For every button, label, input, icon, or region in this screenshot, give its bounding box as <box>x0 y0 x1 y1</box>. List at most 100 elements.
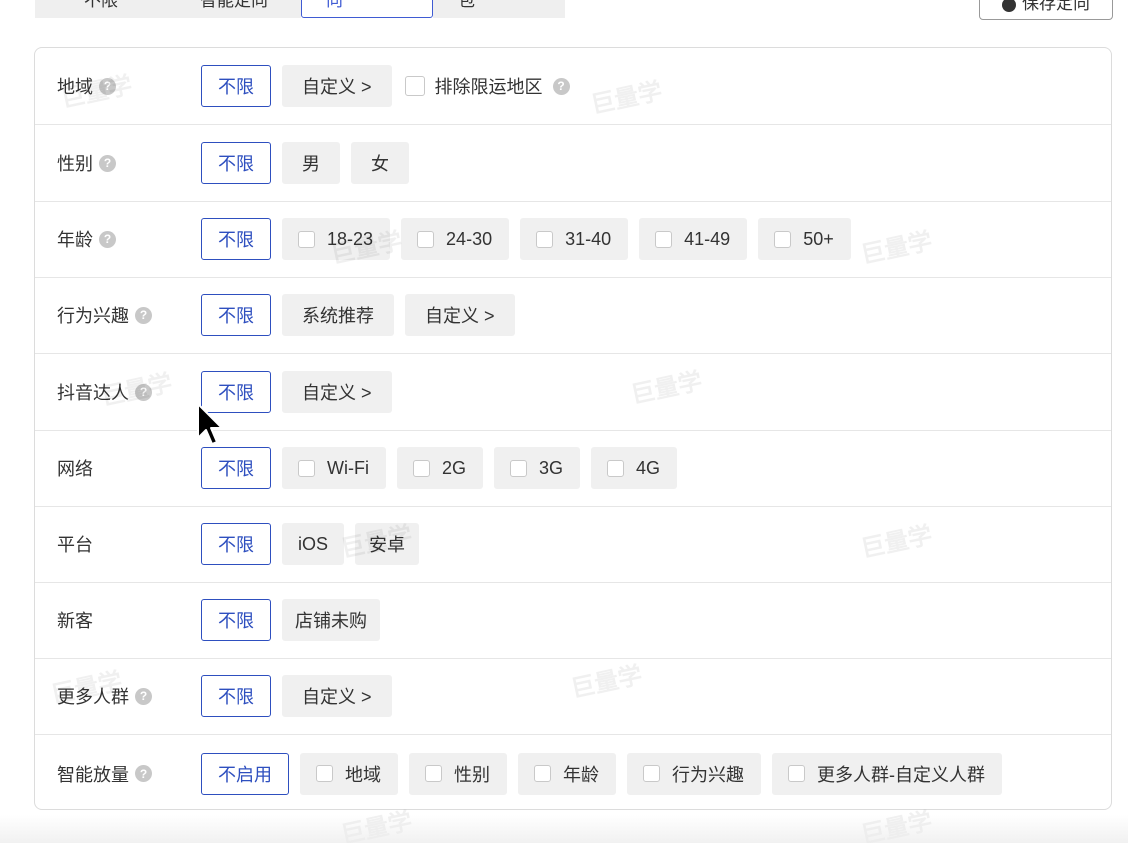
platform-ios-button[interactable]: iOS <box>282 523 345 565</box>
smart-expansion-option-label: 年龄 <box>563 764 599 785</box>
row-platform: 平台 不限 iOS 安卓 <box>35 506 1111 583</box>
checkbox-icon[interactable] <box>298 230 315 248</box>
gender-female-button[interactable]: 女 <box>351 142 409 184</box>
checkbox-icon[interactable] <box>534 765 551 782</box>
age-option[interactable]: 41-49 <box>639 218 748 260</box>
checkbox-icon[interactable] <box>643 765 660 782</box>
smart-expansion-label: 智能放量 <box>57 764 129 785</box>
store-not-purchased-button[interactable]: 店铺未购 <box>282 599 380 641</box>
checkbox-icon[interactable] <box>417 230 435 248</box>
gender-unlimited-button[interactable]: 不限 <box>201 142 271 184</box>
smart-expansion-option[interactable]: 更多人群-自定义人群 <box>772 752 1002 795</box>
targeting-page: 不限 智能定向 自定义定向 已有定向包 保存定向 地域 ? 不限 自定义 > 排… <box>0 0 1128 843</box>
save-targeting-button[interactable]: 保存定向 <box>979 0 1113 20</box>
help-icon[interactable]: ? <box>99 77 116 95</box>
interest-label: 行为兴趣 <box>57 306 129 326</box>
row-new-customer: 新客 不限 店铺未购 <box>35 582 1111 659</box>
tab-existing-package[interactable]: 已有定向包 <box>433 0 565 18</box>
age-option[interactable]: 18-23 <box>282 218 391 260</box>
age-option-label: 31-40 <box>565 228 612 249</box>
tab-smart[interactable]: 智能定向 <box>167 0 301 18</box>
checkbox-icon[interactable] <box>425 765 442 782</box>
network-option[interactable]: 2G <box>396 447 483 489</box>
region-label: 地域 <box>57 77 93 97</box>
platform-label: 平台 <box>57 535 93 555</box>
smart-expansion-option-label: 行为兴趣 <box>672 764 744 785</box>
region-custom-button[interactable]: 自定义 > <box>282 65 392 107</box>
checkbox-icon[interactable] <box>788 765 805 782</box>
smart-expansion-option[interactable]: 行为兴趣 <box>627 752 761 795</box>
row-interest: 行为兴趣 ? 不限 系统推荐 自定义 > <box>35 277 1111 354</box>
checkbox-icon[interactable] <box>316 765 333 782</box>
network-option-label: 3G <box>539 457 564 478</box>
interest-unlimited-button[interactable]: 不限 <box>201 294 271 336</box>
gender-male-button[interactable]: 男 <box>282 142 340 184</box>
more-audiences-custom-button[interactable]: 自定义 > <box>282 675 392 717</box>
checkbox-icon[interactable] <box>404 76 425 96</box>
network-option[interactable]: Wi-Fi <box>282 447 386 489</box>
smart-expansion-option-label: 性别 <box>454 764 490 785</box>
network-option-label: 4G <box>636 457 661 478</box>
checkbox-icon[interactable] <box>607 459 625 477</box>
platform-unlimited-button[interactable]: 不限 <box>201 523 271 565</box>
exclude-restricted-region-label: 排除限运地区 <box>434 77 543 97</box>
help-icon[interactable]: ? <box>135 306 152 324</box>
network-option-label: 2G <box>441 457 466 478</box>
help-icon[interactable]: ? <box>135 687 152 705</box>
checkbox-icon[interactable] <box>510 459 527 477</box>
row-region: 地域 ? 不限 自定义 > 排除限运地区 ? <box>35 48 1111 125</box>
smart-expansion-option[interactable]: 年龄 <box>518 752 616 795</box>
save-targeting-label: 保存定向 <box>1022 0 1090 13</box>
help-icon[interactable]: ? <box>99 230 116 248</box>
interest-custom-button[interactable]: 自定义 > <box>405 294 515 336</box>
smart-expansion-option[interactable]: 地域 <box>300 752 398 795</box>
tab-custom[interactable]: 自定义定向 <box>301 0 433 18</box>
age-option[interactable]: 50+ <box>758 218 851 260</box>
checkbox-icon[interactable] <box>655 230 673 248</box>
help-icon[interactable]: ? <box>135 383 152 401</box>
row-gender: 性别 ? 不限 男 女 <box>35 125 1111 202</box>
age-option-label: 41-49 <box>684 228 731 249</box>
age-option-label: 24-30 <box>446 228 493 249</box>
smart-expansion-option-label: 更多人群-自定义人群 <box>817 764 985 785</box>
targeting-mode-tabs: 不限 智能定向 自定义定向 已有定向包 <box>35 0 565 20</box>
save-icon <box>1002 0 1016 12</box>
checkbox-icon[interactable] <box>774 230 792 248</box>
help-icon[interactable]: ? <box>552 77 570 95</box>
new-customer-label: 新客 <box>57 611 93 631</box>
network-option[interactable]: 3G <box>494 447 581 489</box>
more-audiences-unlimited-button[interactable]: 不限 <box>201 675 271 717</box>
age-label: 年龄 <box>57 230 93 250</box>
network-option-label: Wi-Fi <box>327 457 369 478</box>
more-audiences-label: 更多人群 <box>57 687 129 707</box>
platform-android-button[interactable]: 安卓 <box>355 523 420 565</box>
help-icon[interactable]: ? <box>135 765 152 782</box>
network-option[interactable]: 4G <box>591 447 678 489</box>
age-unlimited-button[interactable]: 不限 <box>201 218 271 260</box>
age-option[interactable]: 24-30 <box>401 218 510 260</box>
bottom-shadow <box>0 815 1128 843</box>
mouse-cursor-icon <box>197 403 223 445</box>
new-customer-unlimited-button[interactable]: 不限 <box>201 599 271 641</box>
checkbox-icon[interactable] <box>298 459 315 477</box>
exclude-restricted-region-checkbox[interactable]: 排除限运地区 ? <box>404 73 570 99</box>
douyin-custom-button[interactable]: 自定义 > <box>282 371 392 413</box>
smart-expansion-option-label: 地域 <box>345 764 381 785</box>
tab-unlimited[interactable]: 不限 <box>35 0 167 18</box>
age-option-label: 18-23 <box>327 228 374 249</box>
row-more-audiences: 更多人群 ? 不限 自定义 > <box>35 658 1111 735</box>
network-label: 网络 <box>57 459 93 479</box>
age-option[interactable]: 31-40 <box>520 218 629 260</box>
smart-expansion-option[interactable]: 性别 <box>409 752 507 795</box>
smart-expansion-disabled-button[interactable]: 不启用 <box>201 752 289 795</box>
douyin-creator-label: 抖音达人 <box>57 383 129 403</box>
checkbox-icon[interactable] <box>536 230 554 248</box>
age-option-label: 50+ <box>803 228 834 249</box>
row-smart-expansion: 智能放量 ? 不启用 地域 性别 年龄 行为兴趣 更多人群-自定义人群 <box>35 735 1111 809</box>
interest-recommend-button[interactable]: 系统推荐 <box>282 294 394 336</box>
region-unlimited-button[interactable]: 不限 <box>201 65 271 107</box>
gender-label: 性别 <box>57 154 93 174</box>
help-icon[interactable]: ? <box>99 154 116 172</box>
network-unlimited-button[interactable]: 不限 <box>201 447 271 489</box>
checkbox-icon[interactable] <box>412 459 430 477</box>
